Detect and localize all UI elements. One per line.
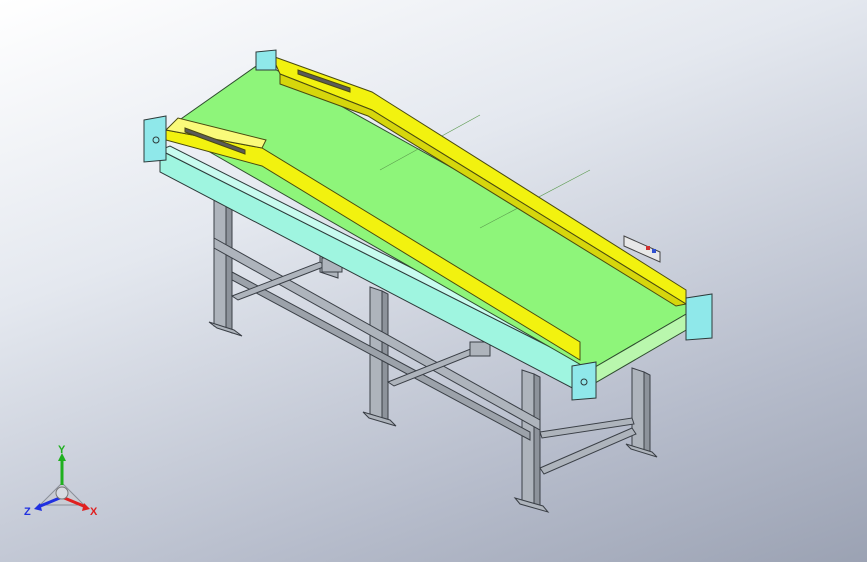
- graphics-viewport[interactable]: Y X Z: [0, 0, 867, 562]
- triad-origin-icon: [55, 486, 69, 500]
- x-axis-label: X: [90, 506, 98, 518]
- y-axis-label: Y: [58, 445, 66, 456]
- conveyor-model[interactable]: [0, 0, 867, 562]
- z-axis-label: Z: [24, 506, 31, 518]
- conveyor-belt[interactable]: [167, 61, 702, 387]
- reference-triad[interactable]: Y X Z: [22, 445, 112, 525]
